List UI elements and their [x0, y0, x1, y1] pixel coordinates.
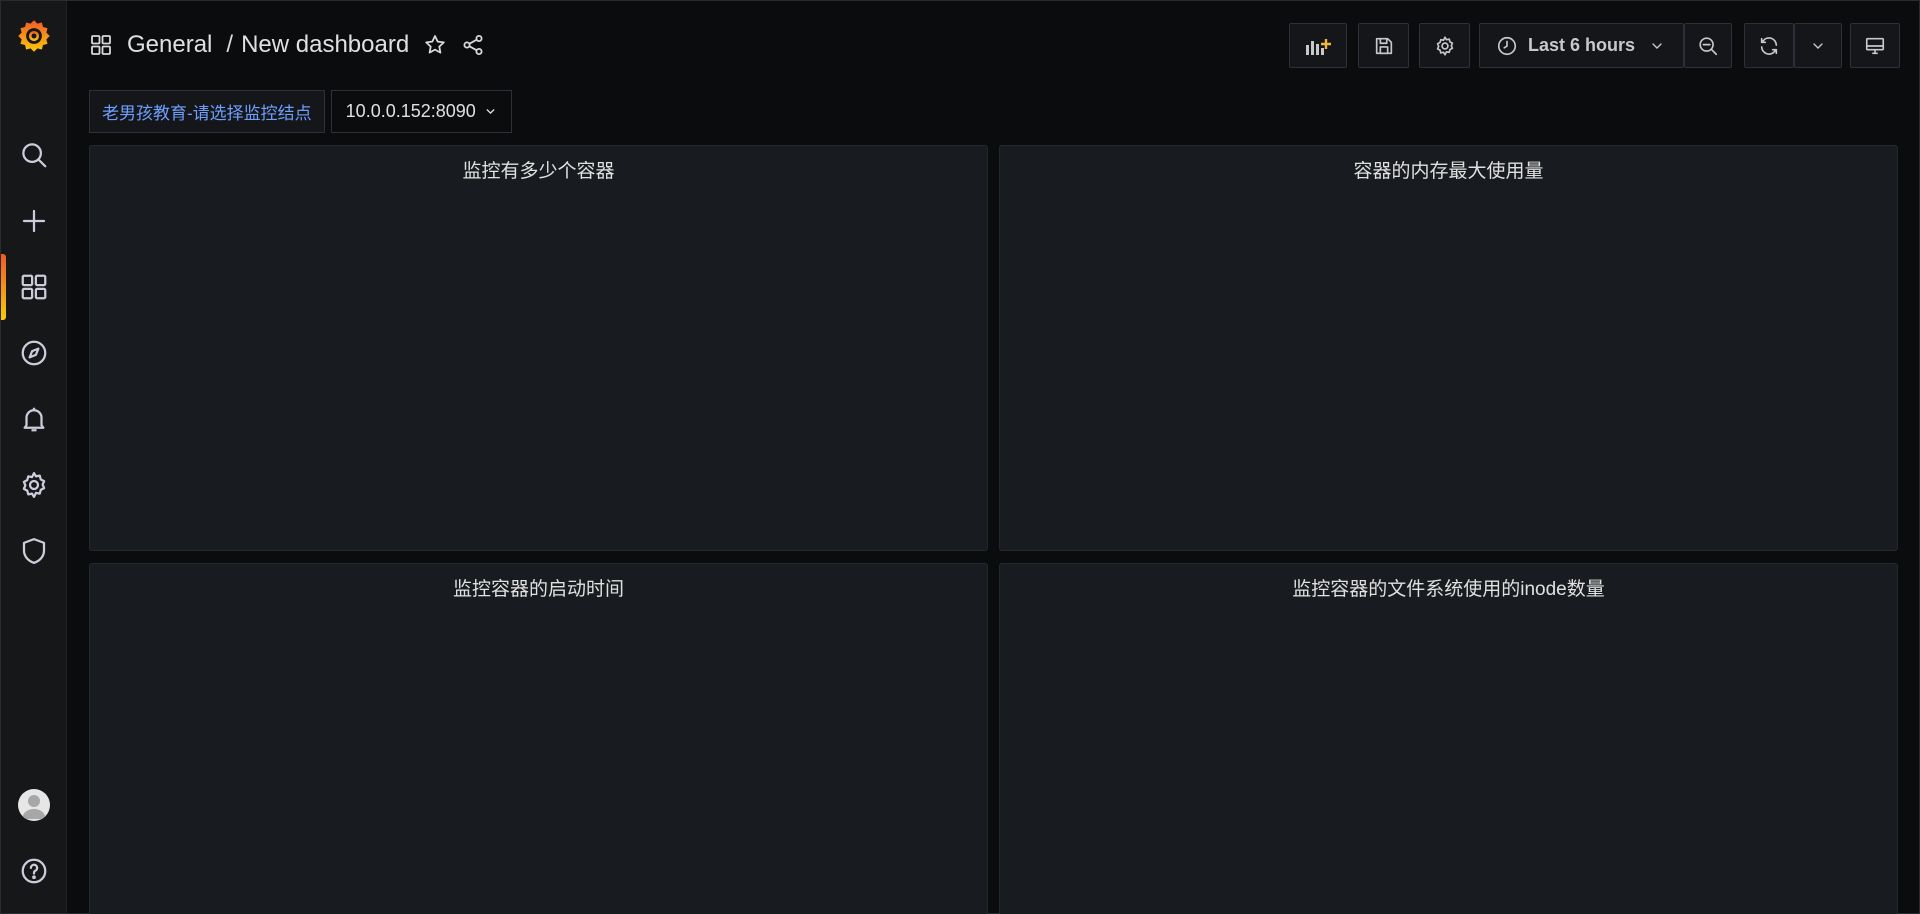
time-range-label: Last 6 hours: [1528, 35, 1636, 55]
panel-title[interactable]: 监控容器的文件系统使用的inode数量: [1000, 574, 1897, 601]
user-avatar[interactable]: [1, 772, 67, 838]
configuration-icon[interactable]: [1, 452, 67, 518]
avatar: [18, 789, 50, 821]
add-panel-button[interactable]: [1289, 23, 1347, 68]
sidebar: [1, 1, 67, 913]
help-icon[interactable]: [1, 838, 67, 904]
add-panel-icon: [1306, 38, 1331, 55]
grafana-app: General / New dashboard Last 6 hours 老男孩…: [0, 0, 1920, 914]
panel-title[interactable]: 监控容器的启动时间: [90, 574, 987, 601]
shield-icon[interactable]: [1, 518, 67, 584]
top-navbar: General / New dashboard Last 6 hours: [67, 1, 1919, 89]
dashboard-settings-button[interactable]: [1419, 23, 1470, 68]
save-icon: [1375, 37, 1392, 54]
zoom-out-icon: [1699, 36, 1718, 55]
panel-title[interactable]: 容器的内存最大使用量: [1000, 156, 1897, 183]
refresh-button[interactable]: [1744, 23, 1794, 68]
template-variables: 老男孩教育-请选择监控结点 10.0.0.152:8090: [89, 90, 512, 133]
dashboards-icon[interactable]: [1, 254, 67, 320]
breadcrumb-separator: /: [226, 31, 234, 58]
star-icon[interactable]: [423, 33, 447, 57]
clock-icon: [1497, 36, 1517, 55]
breadcrumb: General / New dashboard: [89, 27, 485, 63]
refresh-interval-dropdown[interactable]: [1794, 23, 1842, 68]
panel-container-memory-max: 容器的内存最大使用量: [999, 145, 1898, 551]
chevron-down-icon: [1652, 42, 1662, 49]
tv-mode-button[interactable]: [1850, 23, 1900, 68]
panel-container-fs-inodes: 监控容器的文件系统使用的inode数量: [999, 563, 1898, 914]
panel-container-count: 监控有多少个容器: [89, 145, 988, 551]
variable-label: 老男孩教育-请选择监控结点: [89, 90, 325, 133]
explore-icon[interactable]: [1, 320, 67, 386]
variable-value: 10.0.0.152:8090: [345, 101, 476, 121]
panel-title[interactable]: 监控有多少个容器: [90, 156, 987, 183]
sync-icon: [1760, 36, 1778, 55]
plus-icon[interactable]: [1, 188, 67, 254]
chevron-down-icon: [486, 109, 495, 115]
dashboards-grid-icon: [91, 35, 111, 55]
grafana-logo-icon[interactable]: [1, 3, 67, 69]
alerting-icon[interactable]: [1, 386, 67, 452]
variable-select[interactable]: 10.0.0.152:8090: [330, 90, 512, 133]
breadcrumb-dashboard-title[interactable]: New dashboard: [241, 31, 409, 59]
gear-icon: [1436, 35, 1453, 56]
monitor-icon: [1865, 37, 1885, 54]
panel-container-start-time: 监控容器的启动时间: [89, 563, 988, 914]
search-icon[interactable]: [1, 122, 67, 188]
zoom-out-button[interactable]: [1684, 23, 1732, 68]
time-range-picker[interactable]: Last 6 hours: [1479, 23, 1684, 68]
breadcrumb-folder[interactable]: General: [127, 31, 212, 59]
share-icon[interactable]: [461, 33, 485, 57]
chevron-down-icon: [1813, 42, 1823, 49]
save-dashboard-button[interactable]: [1358, 23, 1409, 68]
